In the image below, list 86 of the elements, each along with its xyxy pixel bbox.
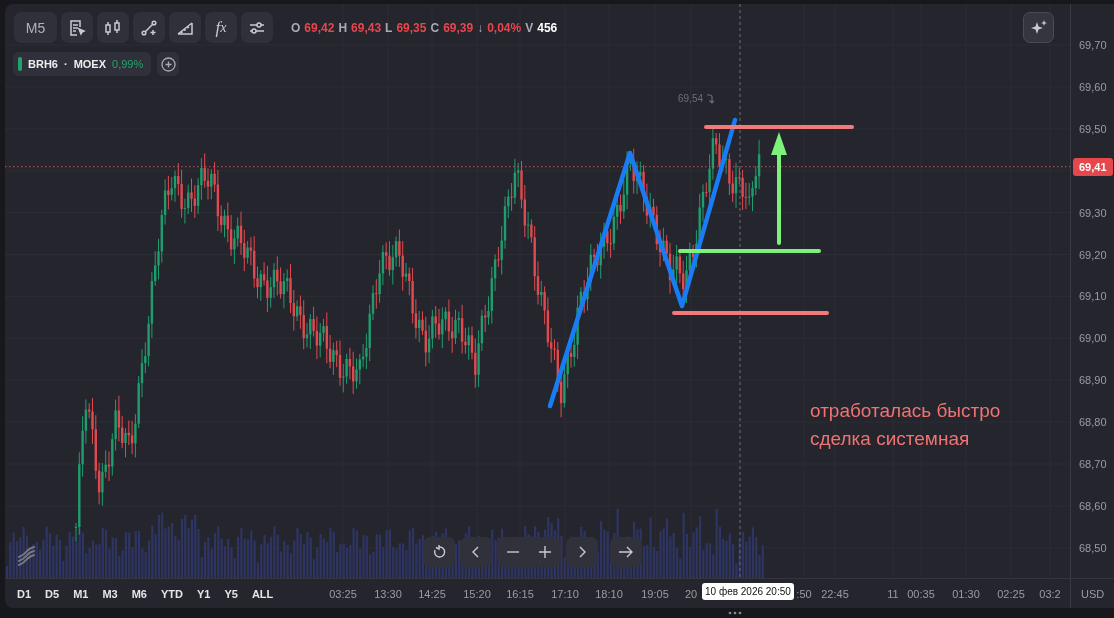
price-tick: 69,60 [1079,80,1107,93]
ohlc-label: L [385,20,393,35]
time-tick: 02:25 [997,588,1025,600]
go-to-latest-button[interactable] [610,537,642,567]
time-tick: 20 [684,588,698,600]
price-tick: 68,80 [1079,416,1107,429]
annotation-text: сделка системная [810,428,970,450]
range-button[interactable]: D1 [10,583,39,604]
change-value: 0,04% [487,20,522,35]
price-tick: 69,50 [1079,122,1107,135]
time-tick: 01:30 [952,588,980,600]
time-tick: :50 [796,588,812,600]
ticker-change: 0,99% [112,58,144,70]
time-tick: 16:15 [506,588,534,600]
drag-handle-icon[interactable] [728,611,742,615]
ohlc-value: 69,35 [396,20,427,35]
hook-arrow-icon [706,93,715,104]
time-tick: 19:05 [641,588,669,600]
scroll-right-button[interactable] [566,537,598,567]
chart-type-button[interactable] [97,12,129,43]
separator-dot: · [63,58,68,70]
add-symbol-button[interactable] [157,52,180,76]
plus-icon [539,546,551,558]
chevron-right-icon [578,546,586,558]
time-tick: 18:10 [595,588,623,600]
price-tick: 69,20 [1079,248,1107,261]
range-button[interactable]: YTD [153,583,190,604]
price-tick: 69,00 [1079,332,1107,345]
range-button[interactable]: D5 [38,583,67,604]
arrow-right-icon [619,546,633,558]
range-button[interactable]: Y1 [189,583,218,604]
range-button[interactable]: ALL [244,583,281,604]
price-tick: 68,70 [1079,458,1107,470]
time-tick: 14:25 [418,588,446,600]
time-tick: 22:45 [821,588,849,600]
price-tick: 68,90 [1079,374,1107,387]
line-tool-icon [140,18,158,37]
range-button[interactable]: M1 [66,583,96,604]
last-price-tag: 69,41 [1073,157,1113,176]
annotation-text: отработалась быстро [810,400,1001,422]
time-tick: 11 [887,588,899,600]
settings-button[interactable] [241,12,273,43]
time-tick: 03:2 [1039,588,1061,600]
time-tick: 13:30 [374,588,402,600]
ohlc-value: 69,42 [304,20,335,35]
price-tick: 68,60 [1079,499,1107,512]
time-tick: 03:25 [329,588,357,600]
price-tick: 68,50 [1079,541,1107,554]
volume-value: 456 [537,20,558,35]
document-cursor-icon [68,18,86,37]
time-tick: 15:20 [463,588,491,600]
minus-icon [507,551,519,553]
high-marker: 69,54 [678,93,704,104]
line-tool-button[interactable] [133,12,165,43]
time-tick: 00:35 [907,588,935,600]
ticker-chip[interactable]: BRH6 · MOEX 0,99% [13,52,152,76]
ohlc-label: C [430,20,440,35]
price-tick: 69,10 [1079,290,1107,303]
ohlc-value: 69,43 [351,20,382,35]
order-tool-button[interactable] [61,12,93,43]
status-bar-icon [18,57,22,71]
chevron-left-icon [472,546,480,558]
ohlc-label: O [291,20,301,35]
layers-icon [18,546,35,566]
change-arrow: ↓ [477,20,484,35]
channel-tool-button[interactable] [169,12,201,43]
currency-label: USD [1070,579,1105,608]
candles-icon [104,18,122,37]
ohlc-label: H [338,20,348,35]
interval-button[interactable]: M5 [14,12,57,43]
range-button[interactable]: Y5 [217,583,245,604]
ai-assistant-button[interactable] [1023,12,1054,43]
time-tick: 17:10 [551,588,579,600]
crosshair-time-label: 10 фев 2026 20:50 [702,583,794,600]
volume-label: V [525,20,534,35]
ohlc-value: 69,39 [443,20,474,35]
reset-icon [432,545,446,559]
exchange-name: MOEX [73,58,107,70]
price-tick: 69,30 [1079,206,1107,219]
ticker-symbol: BRH6 [28,58,58,70]
range-button[interactable]: M3 [95,583,125,604]
scroll-left-button[interactable] [460,537,492,567]
plus-circle-icon [160,56,176,72]
reset-button[interactable] [423,537,455,567]
range-button[interactable]: M6 [124,583,154,604]
price-tick: 69,70 [1079,39,1107,51]
